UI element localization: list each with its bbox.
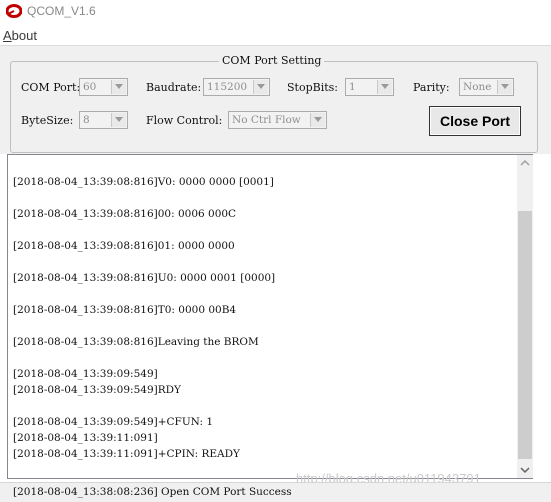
- bytesize-value: 8: [83, 114, 90, 126]
- log-line: [2018-08-04_13:39:08:816]01: 0000 0000: [13, 240, 235, 252]
- bytesize-select[interactable]: 8: [79, 111, 128, 129]
- chevron-down-icon[interactable]: [111, 80, 126, 94]
- parity-label: Parity:: [413, 81, 450, 94]
- baudrate-select[interactable]: 115200: [203, 78, 270, 96]
- log-scrollbar[interactable]: [517, 155, 533, 478]
- menu-bar: About: [0, 25, 551, 46]
- menu-about[interactable]: About: [3, 28, 37, 43]
- window-title: QCOM_V1.6: [27, 4, 96, 18]
- scroll-down-arrow-icon[interactable]: [517, 462, 533, 478]
- log-line: [2018-08-04_13:39:08:816]00: 0006 000C: [13, 208, 237, 220]
- scroll-up-arrow-icon[interactable]: [517, 155, 533, 171]
- log-line: [2018-08-04_13:39:09:549]RDY: [13, 384, 181, 396]
- stopbits-select[interactable]: 1: [345, 78, 394, 96]
- baudrate-value: 115200: [207, 81, 248, 93]
- log-line: [2018-08-04_13:39:09:549]: [13, 368, 158, 380]
- status-bar: [2018-08-04_13:38:08:236] Open COM Port …: [0, 482, 551, 502]
- log-line: [2018-08-04_13:39:08:816]V0: 0000 0000 […: [13, 176, 274, 188]
- flow-control-label: Flow Control:: [146, 114, 223, 127]
- close-port-button[interactable]: Close Port: [429, 106, 521, 136]
- scroll-thumb[interactable]: [518, 211, 532, 459]
- baudrate-label: Baudrate:: [146, 81, 202, 94]
- flow-control-value: No Ctrl Flow: [232, 114, 301, 126]
- parity-select[interactable]: None: [459, 78, 514, 96]
- group-title: COM Port Setting: [219, 54, 325, 67]
- log-line: [2018-08-04_13:39:11:091]: [13, 432, 158, 444]
- chevron-down-icon[interactable]: [111, 113, 126, 127]
- com-port-value: 60: [83, 81, 97, 93]
- menu-about-accelerator: A: [3, 28, 12, 43]
- log-line: [2018-08-04_13:39:11:091]+CPIN: READY: [13, 448, 240, 460]
- log-line: [2018-08-04_13:39:08:816]Leaving the BRO…: [13, 336, 259, 348]
- status-text: [2018-08-04_13:38:08:236] Open COM Port …: [13, 486, 292, 498]
- menu-about-label: bout: [11, 28, 37, 43]
- log-line: [2018-08-04_13:39:09:549]+CFUN: 1: [13, 416, 214, 428]
- com-port-select[interactable]: 60: [79, 78, 128, 96]
- com-port-label: COM Port:: [21, 81, 81, 94]
- stopbits-label: StopBits:: [287, 81, 338, 94]
- chevron-down-icon[interactable]: [310, 113, 325, 127]
- bytesize-label: ByteSize:: [21, 114, 74, 127]
- parity-value: None: [463, 81, 492, 93]
- log-line: [2018-08-04_13:39:08:816]T0: 0000 00B4: [13, 304, 237, 316]
- chevron-down-icon[interactable]: [377, 80, 392, 94]
- chevron-down-icon[interactable]: [497, 80, 512, 94]
- flow-control-select[interactable]: No Ctrl Flow: [228, 111, 327, 129]
- log-line: [2018-08-04_13:39:08:816]U0: 0000 0001 […: [13, 272, 276, 284]
- chevron-down-icon[interactable]: [253, 80, 268, 94]
- qcom-logo-icon: [6, 4, 22, 18]
- log-output[interactable]: [7, 154, 533, 479]
- title-bar: QCOM_V1.6: [0, 0, 551, 24]
- stopbits-value: 1: [349, 81, 356, 93]
